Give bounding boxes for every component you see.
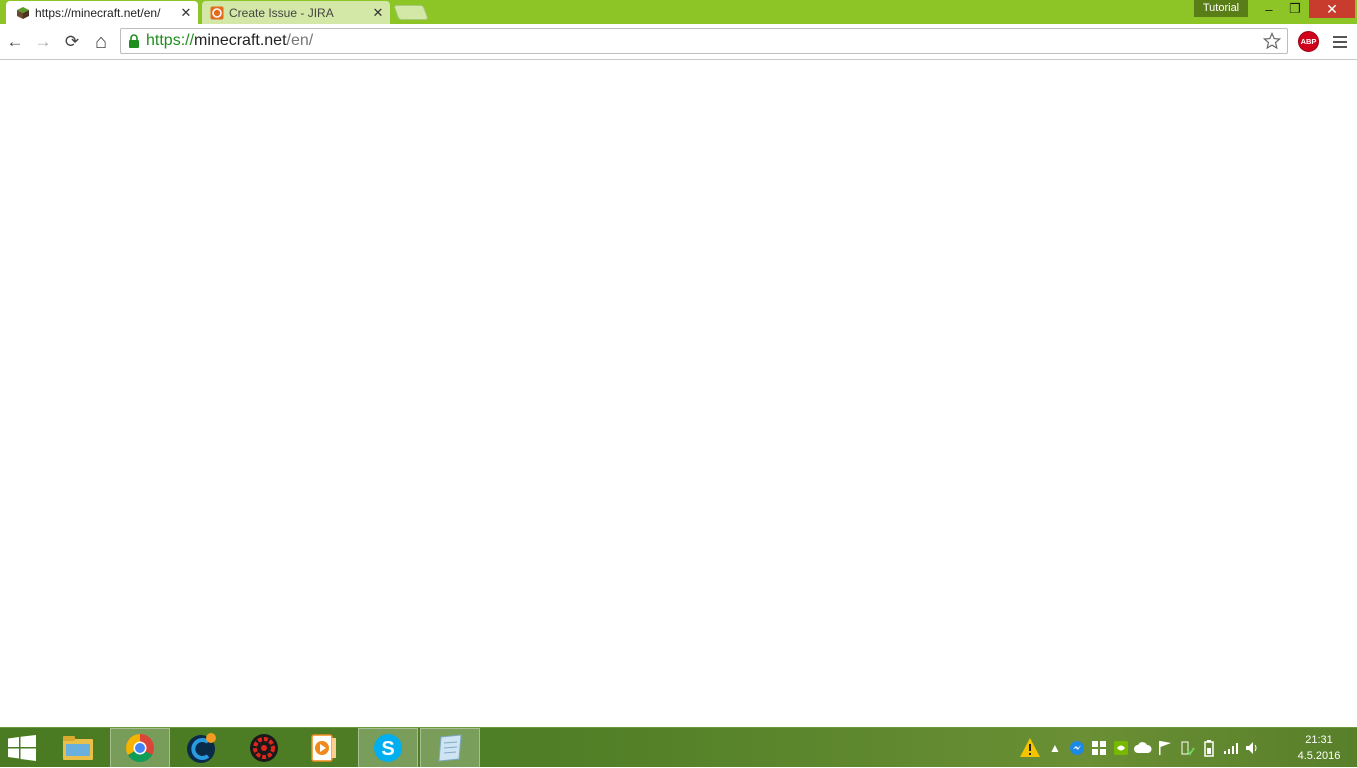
clock-date: 4.5.2016 <box>1297 750 1341 762</box>
clock-time: 21:31 <box>1305 734 1333 746</box>
power-plan-icon[interactable] <box>1178 739 1196 757</box>
battery-icon[interactable] <box>1200 739 1218 757</box>
tab-title: https://minecraft.net/en/ <box>35 5 161 20</box>
taskbar-ccleaner-like-app[interactable] <box>172 728 232 768</box>
minecraft-grass-block-icon <box>17 6 29 19</box>
skype-icon: S <box>374 734 402 762</box>
taskbar-red-security-app[interactable] <box>234 728 294 768</box>
reload-button[interactable]: ⟳ <box>60 30 84 54</box>
action-center-flag-icon[interactable] <box>1156 739 1174 757</box>
notepad-icon <box>438 734 462 762</box>
chrome-icon <box>126 734 154 762</box>
taskbar-skype[interactable]: S <box>358 728 418 768</box>
folder-icon <box>63 736 93 760</box>
cleaner-app-icon <box>187 733 216 763</box>
chrome-menu-icon[interactable] <box>1330 32 1350 52</box>
volume-icon[interactable] <box>1244 739 1262 757</box>
url-host: minecraft.net <box>194 32 287 49</box>
onedrive-cloud-icon[interactable] <box>1134 739 1152 757</box>
bookmark-star-icon[interactable] <box>1263 32 1281 50</box>
browser-toolbar: ← → ⟳ ⌂ https://minecraft.net/en/ ABP <box>0 24 1357 60</box>
minimize-button[interactable]: – <box>1256 0 1282 18</box>
svg-text:S: S <box>381 738 394 760</box>
profile-badge[interactable]: Tutorial <box>1194 0 1248 17</box>
warning-icon[interactable] <box>1018 738 1042 757</box>
close-tab-icon[interactable]: ✕ <box>178 5 194 21</box>
windows-taskbar: S ▲ 21:31 4.5.2016 <box>0 727 1357 768</box>
jira-icon <box>210 6 224 19</box>
taskbar-notepad[interactable] <box>420 728 480 768</box>
windows-update-icon[interactable] <box>1090 739 1108 757</box>
taskbar-media-player[interactable] <box>294 728 354 768</box>
back-button[interactable]: ← <box>3 30 27 54</box>
browser-titlebar: https://minecraft.net/en/ ✕ Create Issue… <box>0 0 1357 24</box>
adblock-plus-icon[interactable]: ABP <box>1298 31 1319 52</box>
maximize-button[interactable]: ❐ <box>1282 0 1308 18</box>
media-player-icon <box>311 734 336 762</box>
address-bar[interactable]: https://minecraft.net/en/ <box>120 28 1288 54</box>
messenger-icon[interactable] <box>1068 739 1086 757</box>
system-tray: ▲ <box>1016 728 1264 768</box>
tab-minecraft[interactable]: https://minecraft.net/en/ ✕ <box>6 1 198 24</box>
url-scheme: https:// <box>146 32 195 49</box>
nvidia-icon[interactable] <box>1112 739 1130 757</box>
url-text: https://minecraft.net/en/ <box>146 32 313 50</box>
windows-logo-icon <box>8 735 36 761</box>
show-hidden-icons-chevron-up-icon[interactable]: ▲ <box>1046 739 1064 757</box>
lock-icon <box>129 34 139 48</box>
page-viewport <box>0 61 1357 727</box>
forward-button[interactable]: → <box>31 30 55 54</box>
new-tab-button[interactable] <box>393 5 429 20</box>
taskbar-file-explorer[interactable] <box>48 728 108 768</box>
home-button[interactable]: ⌂ <box>89 30 113 54</box>
url-path: /en/ <box>286 32 314 49</box>
network-signal-icon[interactable] <box>1222 739 1240 757</box>
red-gear-app-icon <box>250 734 278 762</box>
start-button[interactable] <box>0 728 44 768</box>
taskbar-chrome[interactable] <box>110 728 170 768</box>
tab-jira[interactable]: Create Issue - JIRA ✕ <box>202 1 390 24</box>
close-window-button[interactable]: ✕ <box>1309 0 1355 18</box>
close-tab-icon[interactable]: ✕ <box>370 5 386 21</box>
taskbar-clock[interactable]: 21:31 4.5.2016 <box>1288 732 1350 764</box>
tab-title: Create Issue - JIRA <box>229 5 334 20</box>
